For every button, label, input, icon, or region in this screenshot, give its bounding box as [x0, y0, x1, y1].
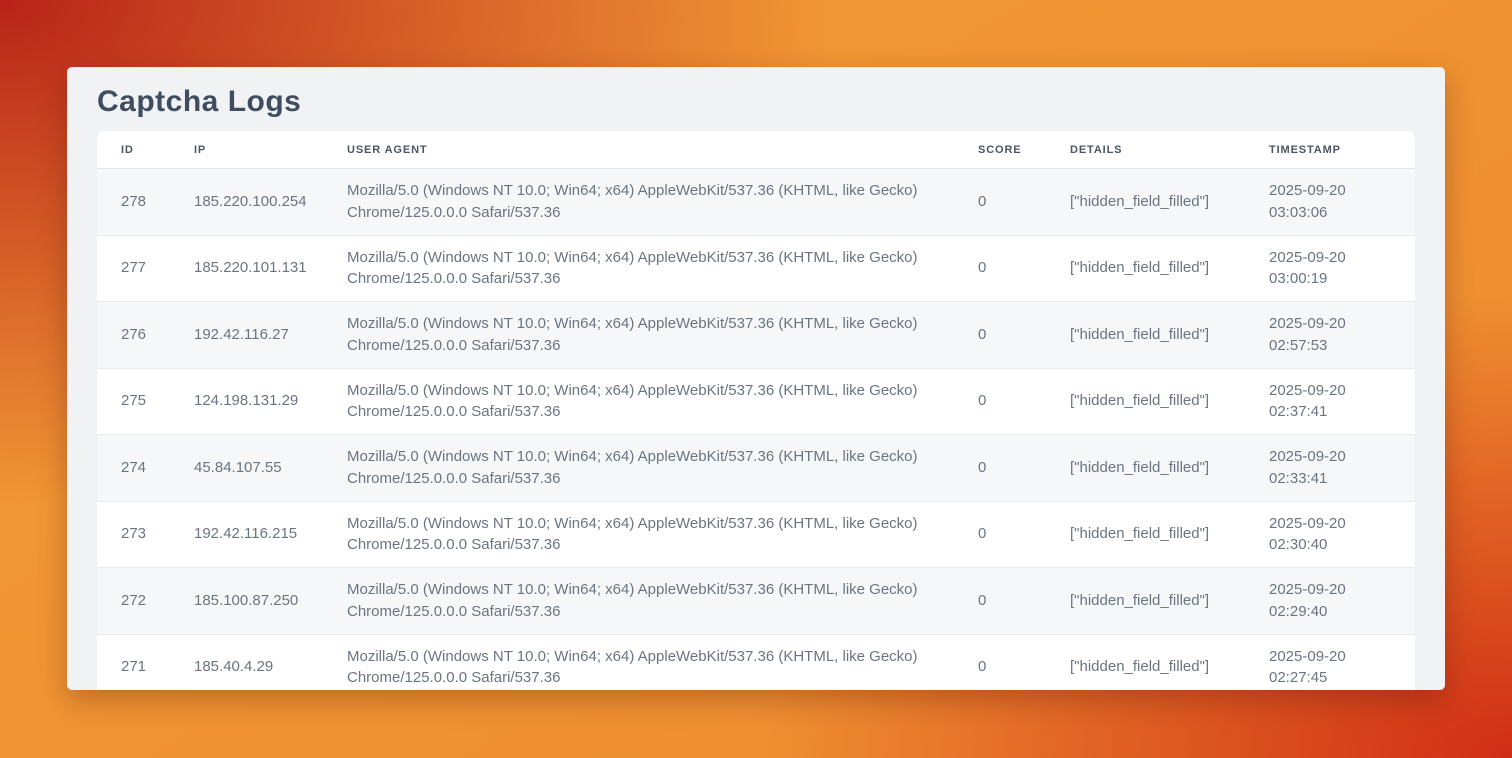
- column-header-id: ID: [97, 131, 170, 169]
- cell-timestamp: 2025-09-20 03:00:19: [1245, 235, 1415, 302]
- cell-score: 0: [954, 435, 1046, 502]
- cell-user-agent: Mozilla/5.0 (Windows NT 10.0; Win64; x64…: [323, 568, 954, 635]
- table-row: 276 192.42.116.27 Mozilla/5.0 (Windows N…: [97, 302, 1415, 369]
- cell-score: 0: [954, 235, 1046, 302]
- cell-ip: 45.84.107.55: [170, 435, 323, 502]
- cell-user-agent: Mozilla/5.0 (Windows NT 10.0; Win64; x64…: [323, 368, 954, 435]
- desktop-background: Captcha Logs ID IP USER AGENT SCORE DETA…: [0, 0, 1512, 758]
- cell-details: ["hidden_field_filled"]: [1046, 568, 1245, 635]
- cell-ip: 185.220.101.131: [170, 235, 323, 302]
- cell-ip: 185.220.100.254: [170, 169, 323, 236]
- cell-details: ["hidden_field_filled"]: [1046, 235, 1245, 302]
- cell-score: 0: [954, 568, 1046, 635]
- cell-details: ["hidden_field_filled"]: [1046, 169, 1245, 236]
- column-header-details: DETAILS: [1046, 131, 1245, 169]
- cell-id: 275: [97, 368, 170, 435]
- cell-user-agent: Mozilla/5.0 (Windows NT 10.0; Win64; x64…: [323, 235, 954, 302]
- cell-id: 271: [97, 634, 170, 690]
- table-row: 272 185.100.87.250 Mozilla/5.0 (Windows …: [97, 568, 1415, 635]
- cell-id: 273: [97, 501, 170, 568]
- cell-timestamp: 2025-09-20 03:03:06: [1245, 169, 1415, 236]
- table-row: 277 185.220.101.131 Mozilla/5.0 (Windows…: [97, 235, 1415, 302]
- cell-ip: 185.40.4.29: [170, 634, 323, 690]
- cell-details: ["hidden_field_filled"]: [1046, 435, 1245, 502]
- cell-id: 274: [97, 435, 170, 502]
- captcha-logs-table: ID IP USER AGENT SCORE DETAILS TIMESTAMP…: [97, 131, 1415, 690]
- column-header-ip: IP: [170, 131, 323, 169]
- cell-id: 277: [97, 235, 170, 302]
- cell-details: ["hidden_field_filled"]: [1046, 302, 1245, 369]
- table-row: 274 45.84.107.55 Mozilla/5.0 (Windows NT…: [97, 435, 1415, 502]
- header-row: ID IP USER AGENT SCORE DETAILS TIMESTAMP: [97, 131, 1415, 169]
- cell-timestamp: 2025-09-20 02:37:41: [1245, 368, 1415, 435]
- page-title: Captcha Logs: [97, 83, 1415, 121]
- cell-user-agent: Mozilla/5.0 (Windows NT 10.0; Win64; x64…: [323, 501, 954, 568]
- column-header-score: SCORE: [954, 131, 1046, 169]
- cell-id: 276: [97, 302, 170, 369]
- captcha-logs-card: Captcha Logs ID IP USER AGENT SCORE DETA…: [67, 67, 1445, 690]
- cell-id: 272: [97, 568, 170, 635]
- table-row: 273 192.42.116.215 Mozilla/5.0 (Windows …: [97, 501, 1415, 568]
- column-header-user-agent: USER AGENT: [323, 131, 954, 169]
- cell-score: 0: [954, 302, 1046, 369]
- cell-score: 0: [954, 169, 1046, 236]
- cell-score: 0: [954, 501, 1046, 568]
- table-header: ID IP USER AGENT SCORE DETAILS TIMESTAMP: [97, 131, 1415, 169]
- cell-timestamp: 2025-09-20 02:29:40: [1245, 568, 1415, 635]
- table-body: 278 185.220.100.254 Mozilla/5.0 (Windows…: [97, 169, 1415, 691]
- cell-timestamp: 2025-09-20 02:33:41: [1245, 435, 1415, 502]
- table-row: 275 124.198.131.29 Mozilla/5.0 (Windows …: [97, 368, 1415, 435]
- cell-ip: 124.198.131.29: [170, 368, 323, 435]
- cell-ip: 192.42.116.27: [170, 302, 323, 369]
- cell-user-agent: Mozilla/5.0 (Windows NT 10.0; Win64; x64…: [323, 302, 954, 369]
- cell-score: 0: [954, 368, 1046, 435]
- cell-details: ["hidden_field_filled"]: [1046, 368, 1245, 435]
- cell-timestamp: 2025-09-20 02:30:40: [1245, 501, 1415, 568]
- table-row: 278 185.220.100.254 Mozilla/5.0 (Windows…: [97, 169, 1415, 236]
- cell-user-agent: Mozilla/5.0 (Windows NT 10.0; Win64; x64…: [323, 169, 954, 236]
- table-row: 271 185.40.4.29 Mozilla/5.0 (Windows NT …: [97, 634, 1415, 690]
- cell-user-agent: Mozilla/5.0 (Windows NT 10.0; Win64; x64…: [323, 634, 954, 690]
- cell-details: ["hidden_field_filled"]: [1046, 634, 1245, 690]
- cell-id: 278: [97, 169, 170, 236]
- cell-ip: 192.42.116.215: [170, 501, 323, 568]
- cell-details: ["hidden_field_filled"]: [1046, 501, 1245, 568]
- cell-timestamp: 2025-09-20 02:27:45: [1245, 634, 1415, 690]
- cell-score: 0: [954, 634, 1046, 690]
- column-header-timestamp: TIMESTAMP: [1245, 131, 1415, 169]
- cell-ip: 185.100.87.250: [170, 568, 323, 635]
- cell-timestamp: 2025-09-20 02:57:53: [1245, 302, 1415, 369]
- cell-user-agent: Mozilla/5.0 (Windows NT 10.0; Win64; x64…: [323, 435, 954, 502]
